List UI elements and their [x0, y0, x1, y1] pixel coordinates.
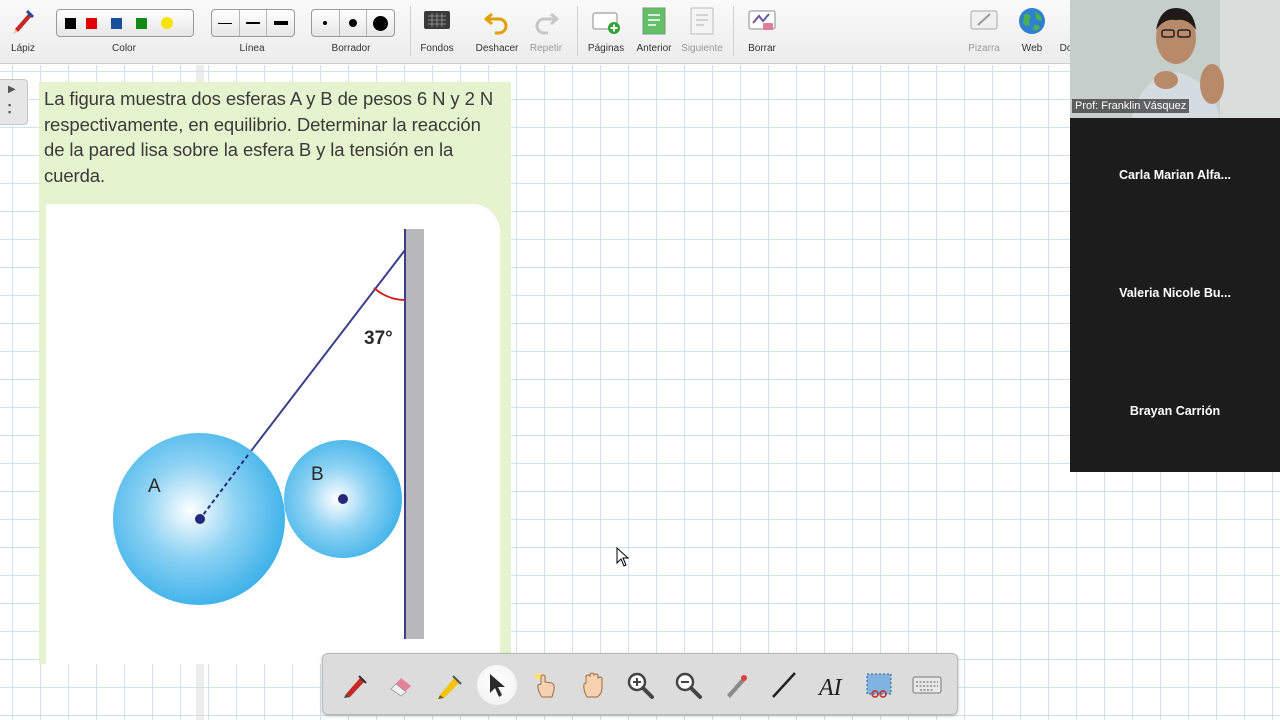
eraser-tool-icon[interactable]	[381, 665, 421, 705]
sphere-b-center	[338, 494, 348, 504]
presenter-name: Prof: Franklin Vásquez	[1072, 99, 1190, 113]
angle-arc	[373, 287, 406, 301]
svg-text:AI: AI	[817, 675, 843, 700]
angle-label: 37°	[364, 328, 393, 349]
pen-tool-icon[interactable]	[335, 665, 375, 705]
keyboard-icon[interactable]	[907, 665, 947, 705]
line-tool-icon[interactable]	[764, 665, 804, 705]
text-tool-icon[interactable]: AI	[812, 665, 852, 705]
rope	[247, 249, 406, 456]
participant-tile[interactable]: Carla Marian Alfa...	[1070, 168, 1280, 182]
participant-tile[interactable]: Brayan Carrión	[1070, 404, 1280, 418]
laser-pointer-icon[interactable]	[716, 665, 756, 705]
bottom-toolbar: AI	[322, 653, 958, 715]
select-cursor-icon[interactable]	[477, 665, 517, 705]
pan-hand-icon[interactable]	[573, 665, 613, 705]
zoom-in-icon[interactable]	[620, 665, 660, 705]
sphere-a-center	[195, 514, 205, 524]
screenshot-icon[interactable]	[859, 665, 899, 705]
zoom-out-icon[interactable]	[668, 665, 708, 705]
sphere-a-label: A	[148, 476, 161, 497]
wall	[405, 229, 424, 639]
participant-tile[interactable]: Valeria Nicole Bu...	[1070, 286, 1280, 300]
participants-panel: Carla Marian Alfa... Valeria Nicole Bu..…	[1070, 118, 1280, 472]
pointer-hand-icon[interactable]	[525, 665, 565, 705]
sphere-b-label: B	[311, 464, 324, 485]
highlighter-tool-icon[interactable]	[429, 665, 469, 705]
mouse-cursor-icon	[616, 547, 630, 567]
